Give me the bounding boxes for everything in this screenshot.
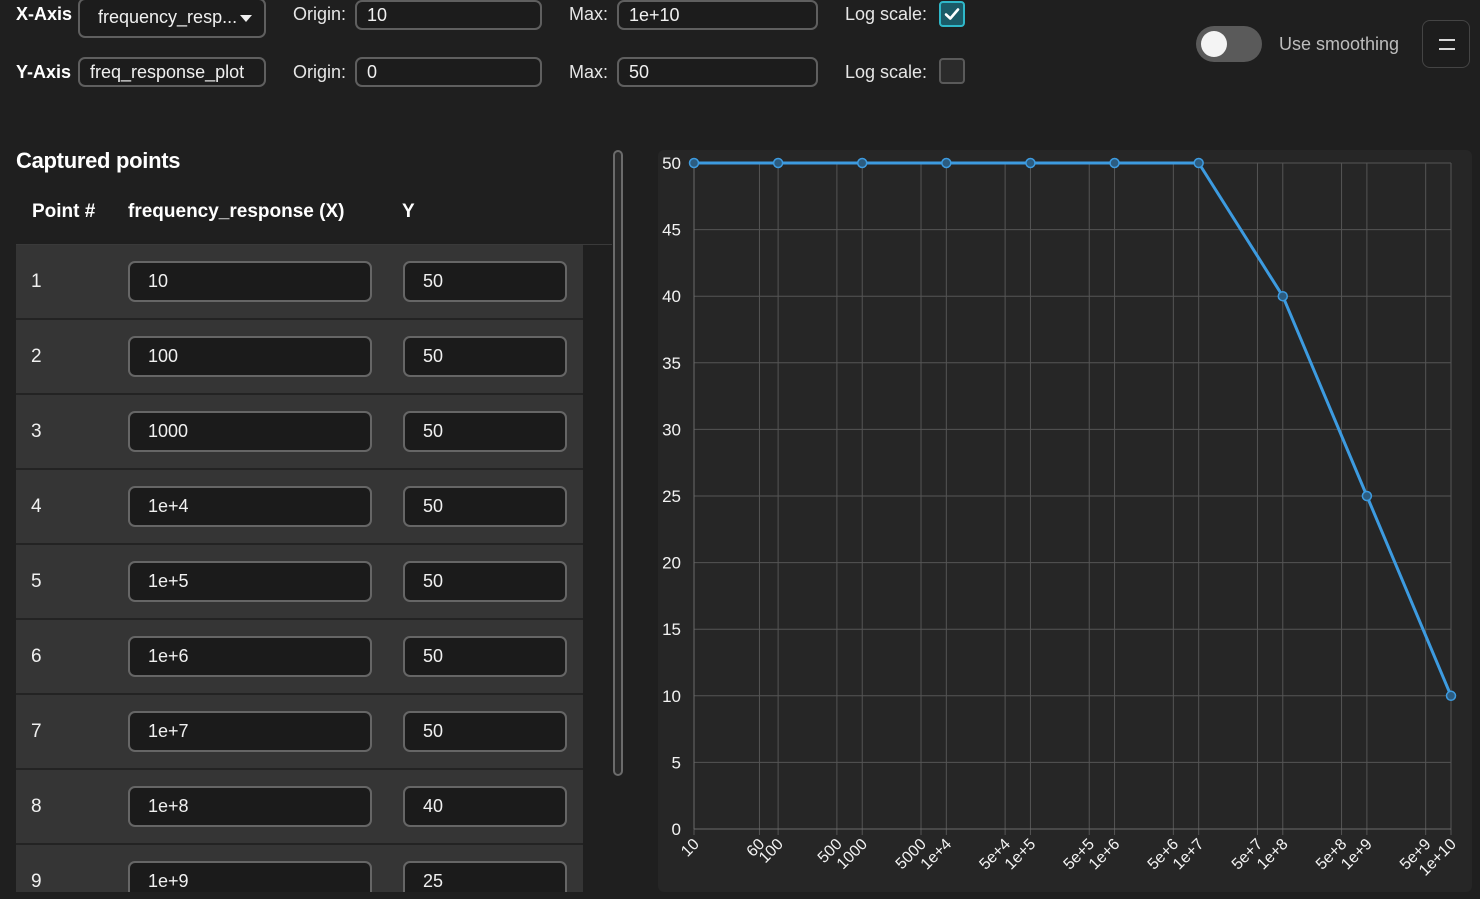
table-row: 7 1e+7 50 — [16, 695, 583, 770]
x-origin-label: Origin: — [293, 4, 347, 24]
y-value-input[interactable]: 50 — [403, 336, 567, 377]
y-log-scale-checkbox[interactable] — [939, 58, 965, 84]
y-value-input[interactable]: 50 — [403, 261, 567, 302]
table-row: 6 1e+6 50 — [16, 620, 583, 695]
y-value-input[interactable]: 40 — [403, 786, 567, 827]
y-log-scale-label: Log scale: — [845, 62, 928, 82]
column-header-point: Point # — [32, 201, 96, 222]
y-value-input[interactable]: 50 — [403, 711, 567, 752]
point-number: 8 — [31, 796, 42, 817]
points-table: 1 10 50 2 100 50 3 1000 50 4 1e+4 50 5 1e+5 50 6 1e… — [16, 245, 583, 892]
table-scrollbar[interactable] — [613, 150, 623, 776]
y-axis-label: Y-Axis — [16, 62, 72, 82]
x-origin-input[interactable]: 10 — [355, 0, 542, 30]
point-number: 4 — [31, 496, 42, 517]
table-row: 8 1e+8 40 — [16, 770, 583, 845]
point-number: 6 — [31, 646, 42, 667]
point-number: 3 — [31, 421, 42, 442]
x-max-label: Max: — [569, 4, 609, 24]
checkmark-icon — [944, 8, 960, 20]
x-value-input[interactable]: 1e+5 — [128, 561, 372, 602]
table-row: 3 1000 50 — [16, 395, 583, 470]
point-number: 7 — [31, 721, 42, 742]
x-value-input[interactable]: 10 — [128, 261, 372, 302]
x-value-input[interactable]: 100 — [128, 336, 372, 377]
y-value-input[interactable]: 25 — [403, 861, 567, 892]
captured-points-title: Captured points — [16, 148, 181, 173]
table-row: 2 100 50 — [16, 320, 583, 395]
x-axis-select-value: frequency_resp... — [98, 7, 238, 27]
column-header-y: Y — [402, 201, 415, 222]
x-log-scale-label: Log scale: — [845, 4, 928, 24]
hamburger-icon — [1439, 39, 1455, 41]
chevron-down-icon — [240, 15, 252, 22]
x-log-scale-checkbox[interactable] — [939, 1, 965, 27]
y-value-input[interactable]: 50 — [403, 636, 567, 677]
x-value-input[interactable]: 1e+6 — [128, 636, 372, 677]
x-value-input[interactable]: 1e+9 — [128, 861, 372, 892]
y-origin-label: Origin: — [293, 62, 347, 82]
smoothing-toggle[interactable] — [1196, 26, 1262, 62]
chart-panel — [658, 150, 1472, 892]
y-max-label: Max: — [569, 62, 609, 82]
table-row: 5 1e+5 50 — [16, 545, 583, 620]
table-row: 4 1e+4 50 — [16, 470, 583, 545]
y-value-input[interactable]: 50 — [403, 411, 567, 452]
x-max-input[interactable]: 1e+10 — [617, 0, 818, 30]
y-max-input[interactable]: 50 — [617, 57, 818, 87]
point-number: 9 — [31, 871, 42, 892]
x-value-input[interactable]: 1e+4 — [128, 486, 372, 527]
x-value-input[interactable]: 1e+8 — [128, 786, 372, 827]
table-row: 1 10 50 — [16, 245, 583, 320]
y-value-input[interactable]: 50 — [403, 486, 567, 527]
x-axis-select[interactable]: frequency_resp... — [78, 0, 266, 38]
point-number: 5 — [31, 571, 42, 592]
y-origin-input[interactable]: 0 — [355, 57, 542, 87]
y-value-input[interactable]: 50 — [403, 561, 567, 602]
column-header-x: frequency_response (X) — [128, 201, 345, 222]
y-axis-select[interactable]: freq_response_plot — [78, 57, 266, 87]
smoothing-label: Use smoothing — [1279, 34, 1400, 54]
x-value-input[interactable]: 1e+7 — [128, 711, 372, 752]
x-value-input[interactable]: 1000 — [128, 411, 372, 452]
table-row: 9 1e+9 25 — [16, 845, 583, 892]
x-axis-label: X-Axis — [16, 4, 73, 24]
point-number: 2 — [31, 346, 42, 367]
toggle-knob — [1201, 31, 1227, 57]
point-number: 1 — [31, 271, 42, 292]
menu-button[interactable] — [1422, 20, 1470, 68]
hamburger-icon-line — [1439, 48, 1455, 50]
